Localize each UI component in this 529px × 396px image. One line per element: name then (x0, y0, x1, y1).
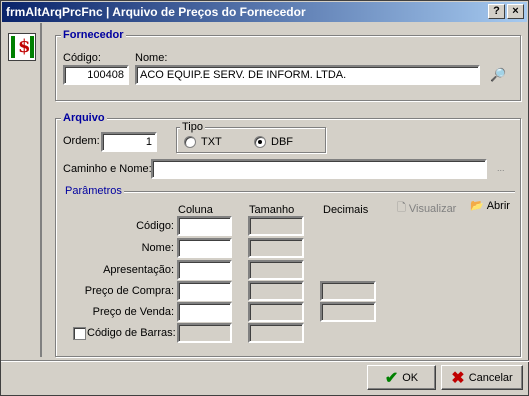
param-preco-compra-decimais (320, 281, 376, 301)
parametros-legend: Parâmetros (63, 185, 124, 197)
parametros-divider (63, 191, 515, 193)
param-apresentacao-label: Apresentação: (103, 264, 174, 276)
param-nome-label: Nome: (141, 242, 174, 254)
tipo-txt-radio[interactable] (184, 136, 196, 148)
open-folder-icon: 📂 (470, 200, 484, 212)
param-preco-compra-coluna[interactable] (177, 281, 232, 301)
ok-button[interactable]: ✔ OK (367, 365, 436, 390)
param-codigo-tamanho (248, 216, 304, 236)
close-button[interactable]: × (507, 4, 524, 19)
param-nome-tamanho (248, 238, 304, 258)
ordem-label: Ordem: (63, 135, 100, 147)
footer-separator (1, 360, 529, 362)
param-preco-venda-label: Preço de Venda: (92, 306, 174, 318)
tipo-dbf-radio[interactable] (254, 136, 266, 148)
ordem-field[interactable]: 1 (101, 132, 157, 152)
cancel-x-icon: ✖ (451, 369, 465, 387)
decimais-header: Decimais (323, 204, 369, 216)
tamanho-header: Tamanho (249, 204, 295, 216)
help-button[interactable]: ? (488, 4, 505, 19)
param-codigo-coluna[interactable] (177, 216, 232, 236)
tipo-dbf-label: DBF (271, 136, 293, 148)
abrir-label: Abrir (486, 199, 510, 212)
fornecedor-legend: Fornecedor (61, 29, 126, 41)
nome-label: Nome: (135, 52, 168, 64)
param-preco-venda-tamanho (248, 302, 304, 322)
param-preco-venda-decimais (320, 302, 376, 322)
binoculars-search-icon[interactable]: 🔎 (490, 67, 506, 83)
abrir-button[interactable]: 📂 Abrir (470, 199, 510, 213)
cancel-button[interactable]: ✖ Cancelar (441, 365, 523, 390)
cancel-label: Cancelar (468, 371, 513, 384)
browse-button[interactable]: ... (497, 163, 505, 173)
price-list-logo-icon: $ (8, 33, 36, 61)
param-codigo-barras-label: Código de Barras: (87, 327, 176, 339)
visualizar-label: Visualizar (408, 202, 457, 215)
coluna-header: Coluna (178, 204, 213, 216)
param-preco-compra-tamanho (248, 281, 304, 301)
arquivo-legend: Arquivo (61, 112, 107, 124)
codigo-field[interactable]: 100408 (63, 65, 129, 85)
left-side-panel: $ (2, 23, 42, 357)
param-codigo-barras-tamanho (248, 323, 304, 343)
codigo-barras-checkbox[interactable] (73, 327, 86, 340)
preview-icon: 🗋 (397, 202, 406, 214)
caminho-label: Caminho e Nome: (63, 163, 152, 175)
param-apresentacao-tamanho (248, 260, 304, 280)
ok-label: OK (402, 371, 419, 384)
param-apresentacao-coluna[interactable] (177, 260, 232, 280)
check-icon: ✔ (384, 369, 399, 387)
param-nome-coluna[interactable] (177, 238, 232, 258)
param-preco-compra-label: Preço de Compra: (84, 285, 174, 297)
caminho-field[interactable] (151, 159, 487, 179)
param-codigo-barras-coluna (177, 323, 232, 343)
dialog-window: frmAltArqPrcFnc | Arquivo de Preços do F… (0, 0, 529, 396)
title-bar[interactable]: frmAltArqPrcFnc | Arquivo de Preços do F… (2, 2, 527, 22)
tipo-txt-label: TXT (201, 136, 222, 148)
tipo-legend: Tipo (180, 121, 205, 133)
window-title: frmAltArqPrcFnc | Arquivo de Preços do F… (6, 5, 306, 19)
param-codigo-label: Código: (136, 220, 174, 232)
codigo-label: Código: (63, 52, 101, 64)
nome-field[interactable]: ACO EQUIP.E SERV. DE INFORM. LTDA. (135, 65, 480, 85)
param-preco-venda-coluna[interactable] (177, 302, 232, 322)
visualizar-button[interactable]: 🗋 Visualizar (397, 199, 456, 218)
